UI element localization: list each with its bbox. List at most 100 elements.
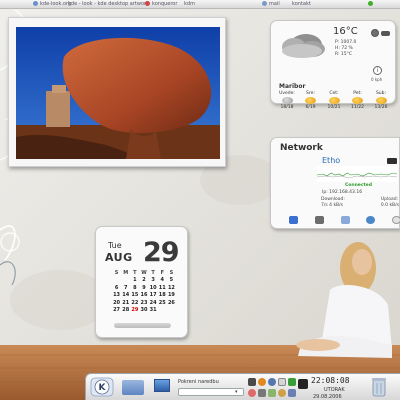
- top-panel-link-2[interactable]: kde - look - kde desktop artwork: [68, 0, 149, 9]
- transfer-rates: Download: 7/s 4 kB/s Upload: 0.0 kB/s: [321, 197, 399, 208]
- calendar-day[interactable]: 2: [139, 277, 148, 283]
- calendar-day[interactable]: 18: [158, 292, 167, 298]
- network-title: Network: [280, 143, 323, 153]
- forecast-day: Cet: 10/21: [327, 91, 341, 110]
- update-icon[interactable]: [288, 378, 296, 386]
- desktop-preview-icon[interactable]: [154, 379, 170, 392]
- weather-widget[interactable]: 16°C P: 1007.0 H: 72 % R: 15°C i 0 kph M…: [270, 20, 396, 110]
- traffic-graph: [317, 166, 397, 182]
- monitor-icon[interactable]: [289, 216, 298, 224]
- current-temperature: 16°C: [333, 26, 358, 37]
- refresh-icon[interactable]: [392, 216, 400, 224]
- calendar-month: AUG: [105, 251, 133, 264]
- calendar-day[interactable]: 16: [139, 292, 148, 298]
- network-card-icon: [387, 158, 397, 164]
- network-interface[interactable]: Etho: [322, 156, 340, 165]
- calendar-day[interactable]: 10: [149, 285, 158, 291]
- terminal-icon[interactable]: [298, 379, 308, 389]
- firefox-icon[interactable]: [258, 378, 266, 386]
- calendar-day[interactable]: 12: [167, 285, 176, 291]
- calendar-day[interactable]: 4: [158, 277, 167, 283]
- calendar-grid: S M T W T F S 1 2 3 4 5 6 7 8 9 10 11 12 13 14 15 16 17 18 19 20 21…: [112, 270, 176, 313]
- calendar-day: [158, 307, 167, 313]
- svg-text:K: K: [99, 383, 107, 393]
- clipboard-icon[interactable]: [258, 389, 266, 397]
- calendar-day[interactable]: 5: [167, 277, 176, 283]
- calendar-day[interactable]: 26: [167, 300, 176, 306]
- calendar-weekday-header: M: [123, 270, 129, 276]
- trash-icon[interactable]: [370, 376, 388, 398]
- upload-value: 0.0 kB/s: [380, 202, 399, 208]
- calendar-weekday-header: T: [133, 270, 137, 276]
- calendar-day[interactable]: 11: [158, 285, 167, 291]
- connection-status: Connected: [345, 183, 372, 188]
- show-desktop-icon[interactable]: [122, 380, 144, 395]
- klipper-icon[interactable]: [288, 389, 296, 397]
- printer-icon[interactable]: [268, 389, 276, 397]
- calendar-day[interactable]: 30: [139, 307, 148, 313]
- upload-label: Upload:: [380, 197, 399, 202]
- network-card-icon[interactable]: [314, 216, 324, 224]
- calendar-day[interactable]: 22: [130, 300, 139, 306]
- satellite-icon[interactable]: [381, 31, 390, 36]
- wind-speed: 0 kph: [371, 77, 383, 82]
- photo-frame-widget[interactable]: [8, 17, 226, 167]
- top-panel-link-6[interactable]: kontakt: [292, 0, 311, 9]
- calendar-day[interactable]: 28: [121, 307, 130, 313]
- top-panel-link-4[interactable]: kdm: [184, 0, 195, 9]
- calendar-day[interactable]: 7: [121, 285, 130, 291]
- clock[interactable]: 22:08:08: [311, 376, 350, 385]
- calendar-day[interactable]: 3: [149, 277, 158, 283]
- calendar-day[interactable]: 29: [130, 307, 139, 313]
- calendar-day[interactable]: 19: [167, 292, 176, 298]
- k-menu-icon[interactable]: K: [90, 377, 114, 397]
- network-toolbar: [289, 216, 400, 224]
- calendar-day[interactable]: 9: [139, 285, 148, 291]
- globe-icon: [33, 1, 38, 6]
- network-widget[interactable]: Network Etho Connected Ip: 192.168.43.16…: [270, 137, 400, 229]
- calendar-day[interactable]: 6: [112, 285, 121, 291]
- calendar-day: [167, 307, 176, 313]
- calendar-day[interactable]: 23: [139, 300, 148, 306]
- mail-icon: [262, 1, 267, 6]
- tray-icon[interactable]: [248, 378, 256, 386]
- weather-city: Maribor: [279, 83, 306, 90]
- kmix-icon[interactable]: [278, 389, 286, 397]
- calendar-day[interactable]: 31: [149, 307, 158, 313]
- taskbar: K Pokreni naredbu ▾ 22:08:08 UTORAK 29.0…: [85, 373, 400, 400]
- chevron-down-icon[interactable]: ▾: [235, 389, 238, 395]
- calendar-day[interactable]: 8: [130, 285, 139, 291]
- calendar-day[interactable]: 25: [158, 300, 167, 306]
- calendar-day[interactable]: 14: [121, 292, 130, 298]
- alert-icon[interactable]: [248, 389, 256, 397]
- clock-date: 29.08.2006: [313, 393, 342, 400]
- server-icon[interactable]: [340, 216, 350, 224]
- calendar-day[interactable]: 27: [112, 307, 121, 313]
- calendar-day-number: 29: [143, 237, 180, 268]
- globe-icon[interactable]: [371, 29, 379, 37]
- top-panel-link-5[interactable]: mail: [262, 0, 280, 9]
- realfeel-value: R: 15°C: [335, 52, 353, 57]
- calendar-day[interactable]: 24: [149, 300, 158, 306]
- network-tray-icon[interactable]: [268, 378, 276, 386]
- calendar-day[interactable]: 20: [112, 300, 121, 306]
- forecast-day: Sub: 13/26: [374, 91, 388, 110]
- globe-icon[interactable]: [366, 216, 376, 224]
- sun-icon: [328, 97, 340, 104]
- calendar-weekday-header: S: [114, 270, 119, 276]
- run-command-label: Pokreni naredbu: [178, 379, 219, 385]
- volume-icon[interactable]: [278, 378, 286, 386]
- calendar-day[interactable]: 13: [112, 292, 121, 298]
- calendar-day[interactable]: 17: [149, 292, 158, 298]
- info-icon[interactable]: i: [373, 66, 382, 75]
- calendar-scroller[interactable]: [114, 323, 171, 328]
- calendar-day: [121, 277, 130, 283]
- calendar-day[interactable]: 1: [130, 277, 139, 283]
- calendar-widget[interactable]: Tue AUG 29 S M T W T F S 1 2 3 4 5 6 7 8 9 10 11 12 13 14 15 1…: [95, 226, 188, 338]
- desert-rock-photo: [16, 27, 220, 159]
- calendar-day[interactable]: 21: [121, 300, 130, 306]
- top-panel-link-3[interactable]: konqueror: [145, 0, 177, 9]
- cloud-icon: [282, 34, 325, 58]
- calendar-day[interactable]: 15: [130, 292, 139, 298]
- top-panel-link-1[interactable]: kde-look.org: [33, 0, 71, 9]
